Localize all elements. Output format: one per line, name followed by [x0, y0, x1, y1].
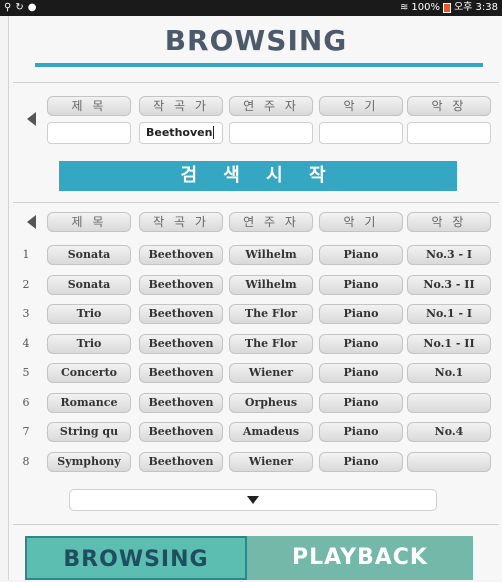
results-header-instrument[interactable]: 악 기	[319, 212, 403, 232]
row-title-cell[interactable]: String qu	[47, 422, 131, 442]
left-arrow-icon[interactable]	[27, 112, 36, 126]
tab-browsing[interactable]: BROWSING	[25, 536, 247, 580]
row-performer-cell[interactable]: Wiener	[229, 363, 313, 383]
status-left-icons: ⚲ ↻ ●	[4, 0, 36, 16]
row-number: 6	[22, 395, 30, 409]
divider	[13, 82, 499, 83]
row-movement-cell[interactable]: No.4	[407, 422, 491, 442]
row-instrument-cell[interactable]: Piano	[319, 245, 403, 265]
row-instrument-cell[interactable]: Piano	[319, 333, 403, 354]
notification-icon: ●	[27, 2, 37, 13]
results-header-composer[interactable]: 작 곡 가	[139, 212, 223, 232]
row-movement-cell[interactable]: No.3 - I	[407, 245, 491, 265]
battery-icon	[442, 3, 451, 13]
row-movement-cell[interactable]: No.1 - II	[407, 333, 491, 354]
title-search-input[interactable]	[47, 122, 131, 144]
row-number: 4	[22, 336, 30, 350]
load-more-button[interactable]	[69, 489, 437, 511]
row-composer-cell[interactable]: Beethoven	[139, 274, 223, 295]
results-header-movement[interactable]: 악 장	[407, 212, 491, 232]
row-instrument-cell[interactable]: Piano	[319, 451, 403, 472]
movement-search-input[interactable]	[407, 122, 491, 144]
tab-playback[interactable]: PLAYBACK	[247, 536, 473, 580]
row-movement-cell[interactable]: No.1	[407, 363, 491, 383]
page-title: BROWSING	[164, 24, 348, 57]
instrument-search-input[interactable]	[319, 122, 403, 144]
row-performer-cell[interactable]: Wilhelm	[229, 274, 313, 295]
row-composer-cell[interactable]: Beethoven	[139, 363, 223, 383]
row-composer-cell[interactable]: Beethoven	[139, 304, 223, 324]
row-title-cell[interactable]: Romance	[47, 392, 131, 413]
row-title-cell[interactable]: Concerto	[47, 363, 131, 383]
row-movement-cell[interactable]: No.1 - I	[407, 304, 491, 324]
row-number: 1	[22, 248, 30, 261]
row-title-cell[interactable]: Trio	[47, 333, 131, 354]
usb-icon: ⚲	[4, 2, 12, 13]
row-instrument-cell[interactable]: Piano	[319, 392, 403, 413]
row-instrument-cell[interactable]: Piano	[319, 274, 403, 295]
text-cursor	[213, 126, 215, 139]
row-performer-cell[interactable]: Orpheus	[229, 392, 313, 413]
wifi-icon: ≋	[399, 2, 409, 13]
clock: 오후 3:38	[453, 2, 498, 13]
row-performer-cell[interactable]: The Flor	[229, 304, 313, 324]
row-title-cell[interactable]: Trio	[47, 304, 131, 324]
row-composer-cell[interactable]: Beethoven	[139, 422, 223, 442]
row-instrument-cell[interactable]: Piano	[319, 304, 403, 324]
row-composer-cell[interactable]: Beethoven	[139, 451, 223, 472]
row-composer-cell[interactable]: Beethoven	[139, 245, 223, 265]
search-start-button[interactable]: 검 색 시 작	[59, 161, 457, 191]
sync-icon: ↻	[15, 2, 24, 13]
row-number: 2	[22, 277, 30, 291]
left-arrow-icon[interactable]	[27, 215, 36, 229]
search-header-performer[interactable]: 연 주 자	[229, 96, 313, 116]
app-window: BROWSING 제 목 작 곡 가 연 주 자 악 기 악 장 Beethov…	[8, 16, 502, 580]
row-performer-cell[interactable]: Wiener	[229, 451, 313, 472]
row-composer-cell[interactable]: Beethoven	[139, 333, 223, 354]
row-number: 5	[22, 366, 30, 379]
triangle-down-icon	[247, 496, 259, 504]
results-header-performer[interactable]: 연 주 자	[229, 212, 313, 232]
status-right: ≋ 100% 오후 3:38	[400, 0, 498, 16]
results-header-title[interactable]: 제 목	[47, 212, 131, 232]
row-performer-cell[interactable]: The Flor	[229, 333, 313, 354]
row-movement-cell[interactable]	[407, 392, 491, 413]
search-header-instrument[interactable]: 악 기	[319, 96, 403, 116]
performer-search-input[interactable]	[229, 122, 313, 144]
search-header-title[interactable]: 제 목	[47, 96, 131, 116]
composer-search-value: Beethoven	[146, 126, 213, 139]
row-title-cell[interactable]: Sonata	[47, 274, 131, 295]
title-underline	[35, 63, 483, 67]
divider	[13, 524, 499, 525]
search-header-movement[interactable]: 악 장	[407, 96, 491, 116]
row-number: 7	[22, 425, 30, 438]
row-number: 8	[22, 454, 30, 468]
row-movement-cell[interactable]: No.3 - II	[407, 274, 491, 295]
row-instrument-cell[interactable]: Piano	[319, 422, 403, 442]
row-performer-cell[interactable]: Amadeus	[229, 422, 313, 442]
row-title-cell[interactable]: Symphony	[47, 451, 131, 472]
composer-search-input[interactable]: Beethoven	[139, 122, 223, 144]
search-header-composer[interactable]: 작 곡 가	[139, 96, 223, 116]
row-instrument-cell[interactable]: Piano	[319, 363, 403, 383]
row-composer-cell[interactable]: Beethoven	[139, 392, 223, 413]
row-number: 3	[22, 307, 30, 320]
row-title-cell[interactable]: Sonata	[47, 245, 131, 265]
row-performer-cell[interactable]: Wilhelm	[229, 245, 313, 265]
row-movement-cell[interactable]	[407, 451, 491, 472]
status-bar: ⚲ ↻ ● ≋ 100% 오후 3:38	[0, 0, 502, 16]
battery-percent: 100%	[411, 2, 440, 13]
divider	[13, 202, 499, 203]
